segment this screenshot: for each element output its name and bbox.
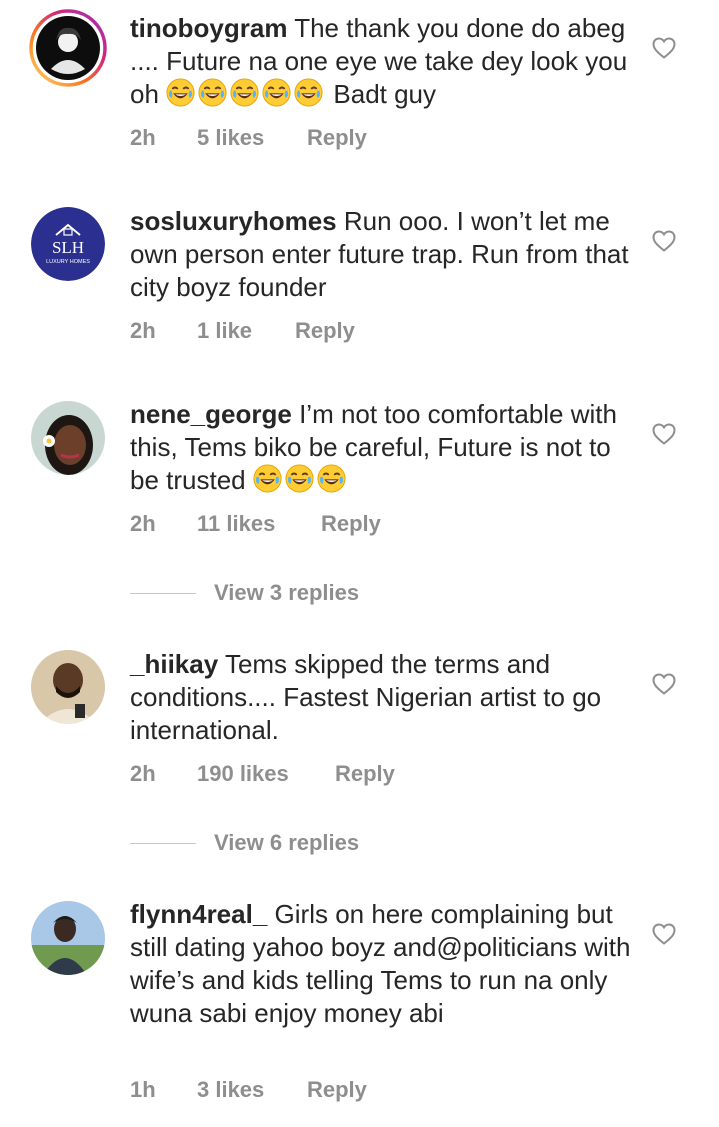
laughing-emoji-icon — [317, 464, 346, 493]
username[interactable]: nene_george — [130, 399, 292, 429]
heart-icon[interactable] — [652, 923, 676, 945]
avatar[interactable] — [31, 650, 105, 724]
divider — [130, 842, 196, 844]
laughing-emoji-icon — [294, 78, 323, 107]
comment-meta: 2h 11 likes Reply — [130, 509, 381, 539]
username[interactable]: sosluxuryhomes — [130, 206, 337, 236]
view-replies-button[interactable]: View 3 replies — [130, 578, 359, 608]
logo-subtext: LUXURY HOMES — [46, 259, 90, 265]
heart-icon[interactable] — [652, 37, 676, 59]
comment-meta: 2h 1 like Reply — [130, 316, 355, 346]
reply-button[interactable]: Reply — [335, 761, 395, 787]
comment-text: sosluxuryhomes Run ooo. I won’t let me o… — [130, 205, 635, 304]
view-replies-label[interactable]: View 3 replies — [214, 580, 359, 606]
reply-button[interactable]: Reply — [307, 1077, 367, 1103]
like-count[interactable]: 1 like — [197, 318, 295, 344]
profile-photo-icon — [31, 401, 105, 475]
username[interactable]: _hiikay — [130, 649, 218, 679]
laughing-emoji-icon — [166, 78, 195, 107]
comment-text: tinoboygram The thank you done do abeg .… — [130, 12, 635, 111]
heart-icon[interactable] — [652, 423, 676, 445]
heart-icon[interactable] — [652, 673, 676, 695]
comment-meta: 1h 3 likes Reply — [130, 1075, 367, 1105]
like-count[interactable]: 11 likes — [197, 511, 321, 537]
comment-text: _hiikay Tems skipped the terms and condi… — [130, 648, 635, 747]
comment-time: 2h — [130, 761, 156, 786]
avatar[interactable] — [31, 401, 105, 475]
profile-photo-icon — [29, 9, 107, 87]
profile-photo-icon — [31, 650, 105, 724]
avatar[interactable]: SLH LUXURY HOMES — [31, 207, 105, 281]
heart-icon[interactable] — [652, 230, 676, 252]
laughing-emoji-icon — [198, 78, 227, 107]
view-replies-label[interactable]: View 6 replies — [214, 830, 359, 856]
laugh-emoji-group — [253, 465, 349, 495]
divider — [130, 592, 196, 594]
brand-logo-icon: SLH LUXURY HOMES — [31, 207, 105, 281]
comment-text: flynn4real_ Girls on here complaining bu… — [130, 898, 635, 1030]
username[interactable]: tinoboygram — [130, 13, 287, 43]
laughing-emoji-icon — [285, 464, 314, 493]
comment-time: 2h — [130, 125, 156, 150]
comment-time: 2h — [130, 318, 156, 343]
avatar[interactable] — [31, 901, 105, 975]
reply-button[interactable]: Reply — [321, 511, 381, 537]
reply-button[interactable]: Reply — [295, 318, 355, 344]
avatar[interactable] — [29, 9, 107, 87]
reply-button[interactable]: Reply — [307, 125, 367, 151]
comment-text: nene_george I’m not too comfortable with… — [130, 398, 635, 497]
logo-text: SLH — [52, 238, 84, 257]
like-count[interactable]: 5 likes — [197, 125, 307, 151]
comment-meta: 2h 190 likes Reply — [130, 759, 395, 789]
like-count[interactable]: 190 likes — [197, 761, 335, 787]
comment-time: 1h — [130, 1077, 156, 1102]
view-replies-button[interactable]: View 6 replies — [130, 828, 359, 858]
laugh-emoji-group — [166, 79, 333, 109]
laughing-emoji-icon — [230, 78, 259, 107]
like-count[interactable]: 3 likes — [197, 1077, 307, 1103]
laughing-emoji-icon — [253, 464, 282, 493]
comment-meta: 2h 5 likes Reply — [130, 123, 367, 153]
comment-time: 2h — [130, 511, 156, 536]
laughing-emoji-icon — [262, 78, 291, 107]
profile-photo-icon — [31, 901, 105, 975]
comment-body-tail: Badt guy — [333, 79, 437, 109]
username[interactable]: flynn4real_ — [130, 899, 267, 929]
